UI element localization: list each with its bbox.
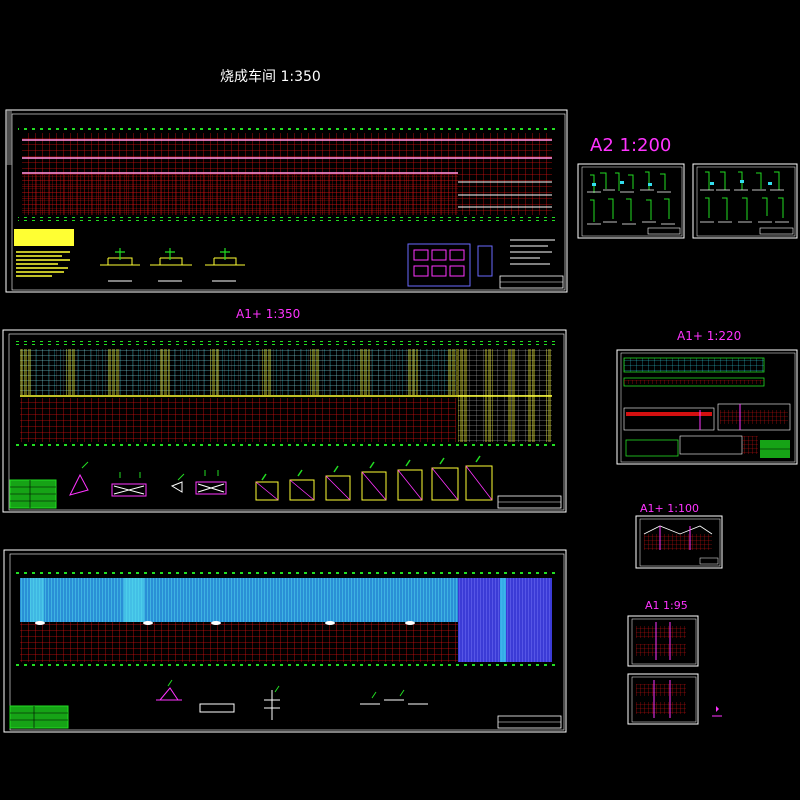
sheet-bottom-roof-plan	[3, 549, 567, 733]
sheet-sections-95	[627, 615, 722, 725]
sheet-middle-plan	[2, 329, 567, 513]
sheet-elevations	[616, 349, 798, 465]
cad-sheet-canvas	[2, 109, 798, 733]
sheet-top-plan	[5, 109, 568, 293]
sheet-sections-100	[635, 515, 723, 569]
sheet-a2-details	[577, 163, 798, 239]
